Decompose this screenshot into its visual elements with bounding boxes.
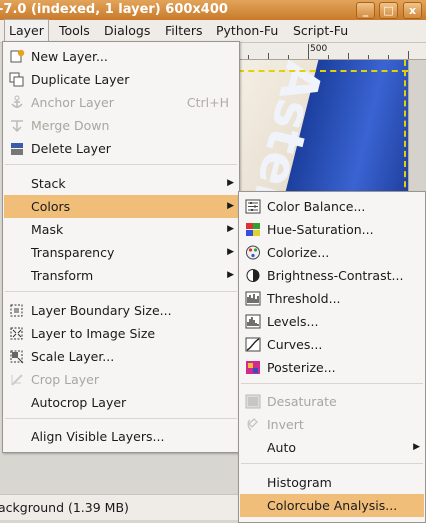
layer-to-image-icon	[10, 327, 23, 340]
invert-icon	[247, 418, 258, 431]
brightness-contrast-icon	[246, 269, 260, 282]
menu-item-colorcube-analysis[interactable]: Colorcube Analysis...	[240, 494, 424, 517]
menu-item-scale-layer[interactable]: Scale Layer...	[4, 345, 238, 368]
menu-item-layer-to-image-size[interactable]: Layer to Image Size	[4, 322, 238, 345]
posterize-icon	[246, 361, 260, 374]
menu-filters[interactable]: Filters	[161, 20, 206, 42]
menu-item-colors[interactable]: Colors ▶	[4, 195, 238, 218]
submenu-arrow-icon: ▶	[227, 224, 234, 234]
close-button[interactable]: x	[403, 2, 422, 19]
curves-icon	[245, 337, 261, 352]
menu-separator	[241, 463, 423, 464]
menu-item-stack[interactable]: Stack ▶	[4, 172, 238, 195]
menu-separator	[5, 291, 237, 292]
desaturate-icon	[245, 394, 261, 409]
submenu-arrow-icon: ▶	[227, 178, 234, 188]
crop-icon	[11, 374, 23, 386]
layer-boundary-top	[238, 70, 408, 72]
menu-item-transform[interactable]: Transform ▶	[4, 264, 238, 287]
status-text: ackground (1.39 MB)	[0, 500, 129, 515]
menu-item-merge-down[interactable]: Merge Down	[4, 114, 238, 137]
threshold-icon	[245, 291, 261, 306]
menu-item-colorize[interactable]: Colorize...	[240, 241, 424, 264]
menu-python-fu[interactable]: Python-Fu	[212, 20, 282, 42]
anchor-icon	[11, 95, 23, 108]
submenu-arrow-icon: ▶	[413, 442, 420, 452]
menu-item-delete-layer[interactable]: Delete Layer	[4, 137, 238, 160]
menu-item-color-balance[interactable]: Color Balance...	[240, 195, 424, 218]
layer-boundary-icon	[10, 304, 23, 317]
color-balance-icon	[245, 199, 261, 214]
menu-dialogs[interactable]: Dialogs	[100, 20, 154, 42]
menu-separator	[241, 383, 423, 384]
scale-layer-icon	[10, 350, 24, 364]
submenu-arrow-icon: ▶	[227, 247, 234, 257]
ruler-mark: 500	[310, 44, 328, 54]
menu-item-invert[interactable]: Invert	[240, 413, 424, 436]
menu-item-curves[interactable]: Curves...	[240, 333, 424, 356]
menu-item-histogram[interactable]: Histogram	[240, 471, 424, 494]
colors-submenu: Color Balance... Hue-Saturation... Color…	[238, 191, 426, 523]
window-title: -7.0 (indexed, 1 layer) 600x400	[0, 2, 228, 17]
duplicate-layer-icon	[9, 72, 24, 87]
menu-item-transparency[interactable]: Transparency ▶	[4, 241, 238, 264]
window-titlebar: -7.0 (indexed, 1 layer) 600x400 _ □ x	[0, 0, 426, 20]
menu-item-hue-saturation[interactable]: Hue-Saturation...	[240, 218, 424, 241]
menu-item-brightness-contrast[interactable]: Brightness-Contrast...	[240, 264, 424, 287]
new-layer-icon	[10, 49, 25, 63]
minimize-button[interactable]: _	[356, 2, 375, 19]
menu-item-desaturate[interactable]: Desaturate	[240, 390, 424, 413]
layer-menu: New Layer... Duplicate Layer Anchor Laye…	[2, 41, 240, 453]
menu-item-duplicate-layer[interactable]: Duplicate Layer	[4, 68, 238, 91]
submenu-arrow-icon: ▶	[227, 270, 234, 280]
menu-item-autocrop-layer[interactable]: Autocrop Layer	[4, 391, 238, 414]
hue-saturation-icon	[246, 223, 260, 236]
levels-icon	[245, 314, 261, 329]
menu-item-levels[interactable]: Levels...	[240, 310, 424, 333]
delete-layer-icon	[11, 143, 23, 155]
menu-item-align-visible-layers[interactable]: Align Visible Layers...	[4, 425, 238, 448]
menu-item-auto[interactable]: Auto ▶	[240, 436, 424, 459]
menu-item-mask[interactable]: Mask ▶	[4, 218, 238, 241]
menu-item-layer-boundary-size[interactable]: Layer Boundary Size...	[4, 299, 238, 322]
menu-separator	[5, 418, 237, 419]
menu-item-threshold[interactable]: Threshold...	[240, 287, 424, 310]
colorize-icon	[246, 245, 260, 260]
menu-item-posterize[interactable]: Posterize...	[240, 356, 424, 379]
menu-layer[interactable]: Layer	[4, 19, 49, 42]
menu-item-crop-layer[interactable]: Crop Layer	[4, 368, 238, 391]
menubar: Layer Tools Dialogs Filters Python-Fu Sc…	[0, 19, 426, 43]
menu-item-anchor-layer[interactable]: Anchor Layer Ctrl+H	[4, 91, 238, 114]
submenu-arrow-icon: ▶	[227, 201, 234, 211]
menu-item-new-layer[interactable]: New Layer...	[4, 45, 238, 68]
horizontal-ruler[interactable]: 500	[238, 43, 426, 60]
menu-separator	[5, 164, 237, 165]
menu-script-fu[interactable]: Script-Fu	[289, 20, 352, 42]
merge-down-icon	[11, 120, 23, 133]
menu-tools[interactable]: Tools	[55, 20, 94, 42]
maximize-button[interactable]: □	[379, 2, 398, 19]
